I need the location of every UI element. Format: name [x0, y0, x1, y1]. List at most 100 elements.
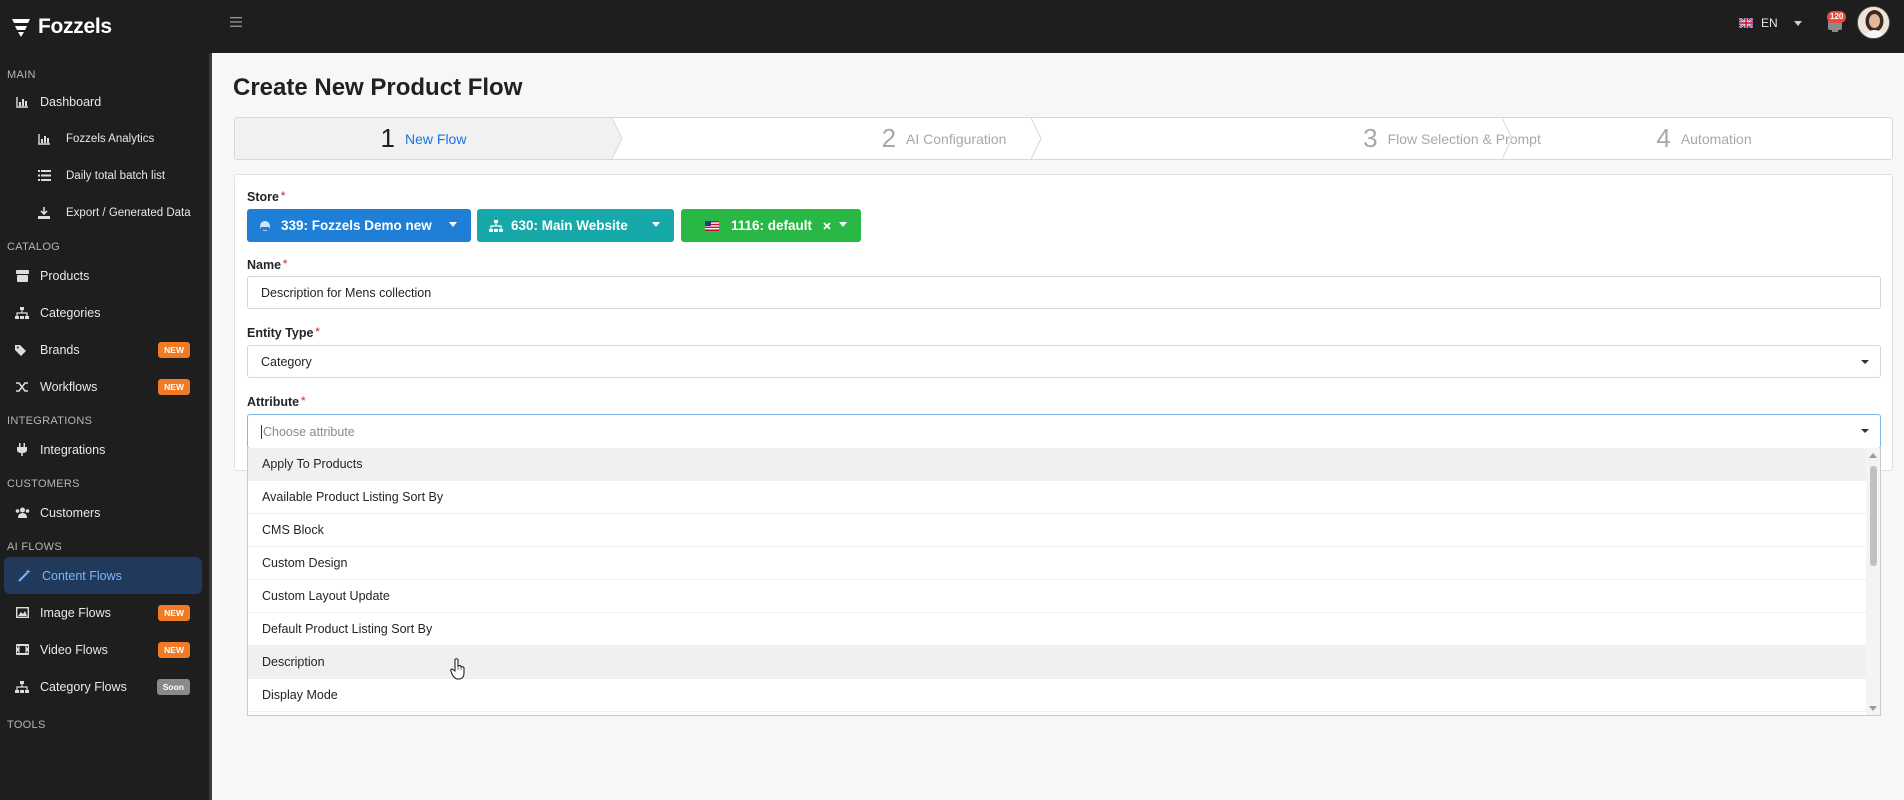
tags-icon: [14, 342, 30, 358]
attribute-placeholder: Choose attribute: [263, 424, 355, 439]
sidebar-item-integrations[interactable]: Integrations: [0, 431, 212, 468]
language-selector[interactable]: EN: [1739, 16, 1802, 30]
sidebar-item-label: Export / Generated Data: [66, 206, 191, 219]
sidebar-item-label: Video Flows: [40, 642, 108, 657]
store-view-button-label: 1116: default: [731, 218, 813, 233]
box-icon: [14, 268, 30, 284]
step-label: AI Configuration: [906, 130, 1007, 147]
required-marker: *: [315, 326, 320, 338]
image-icon: [14, 605, 30, 621]
fozzels-logo-icon: [12, 18, 30, 37]
sidebar-item-label: Category Flows: [40, 679, 127, 694]
plug-icon: [14, 442, 30, 458]
sidebar-item-workflows[interactable]: Workflows NEW: [0, 368, 212, 405]
website-button-label: 630: Main Website: [511, 218, 628, 233]
section-ai-flows: AI FLOWS: [7, 541, 62, 553]
name-field[interactable]: Description for Mens collection: [247, 276, 1881, 309]
chevron-down-icon: [652, 222, 660, 227]
sidebar-item-label: Brands: [40, 342, 80, 357]
dropdown-option[interactable]: Available Product Listing Sort By: [248, 481, 1866, 514]
sidebar-item-category-flows[interactable]: Category Flows Soon: [0, 668, 212, 705]
chevron-down-icon: [1861, 429, 1869, 433]
user-avatar-icon: [1858, 7, 1889, 38]
shuffle-icon: [14, 379, 30, 395]
notification-count-badge: 120: [1827, 11, 1847, 23]
sidebar-item-label: Daily total batch list: [66, 169, 166, 182]
hand-cursor-icon: [450, 658, 465, 680]
step-label: Automation: [1680, 130, 1752, 147]
sitemap-icon: [489, 219, 503, 232]
download-icon: [36, 205, 52, 221]
step-number: 4: [1656, 123, 1671, 153]
required-marker: *: [301, 395, 306, 407]
topbar: EN 120: [212, 0, 1904, 53]
section-integrations: INTEGRATIONS: [7, 415, 93, 427]
sidebar-item-video-flows[interactable]: Video Flows NEW: [0, 631, 212, 668]
new-badge: NEW: [158, 605, 190, 621]
sidebar-item-dashboard[interactable]: Dashboard: [0, 83, 212, 120]
dropdown-scrollbar[interactable]: [1866, 448, 1880, 715]
sidebar-item-fozzels-analytics[interactable]: Fozzels Analytics: [0, 120, 212, 157]
wizard-stepper: 1 New Flow 2 AI Configuration 3 Flow Sel…: [234, 117, 1893, 160]
dropdown-option[interactable]: Custom Design: [248, 547, 1866, 580]
hamburger-menu-icon[interactable]: [230, 16, 244, 28]
brand-logo[interactable]: Fozzels: [0, 0, 212, 53]
sidebar: Fozzels MAIN Dashboard Fozzels Analytics…: [0, 0, 212, 800]
new-badge: NEW: [158, 642, 190, 658]
entity-type-label-text: Entity Type: [247, 326, 314, 340]
sidebar-item-products[interactable]: Products: [0, 257, 212, 294]
required-marker: *: [283, 258, 288, 270]
scroll-down-icon[interactable]: [1869, 706, 1877, 711]
section-catalog: CATALOG: [7, 241, 61, 253]
dropdown-option[interactable]: Default Product Listing Sort By: [248, 613, 1866, 646]
list-icon: [36, 168, 52, 184]
dropdown-option[interactable]: CMS Block: [248, 514, 1866, 547]
wand-icon: [16, 568, 32, 584]
avatar[interactable]: [1857, 6, 1890, 39]
us-flag-icon: [705, 220, 719, 232]
soon-badge: Soon: [156, 679, 190, 695]
sidebar-item-brands[interactable]: Brands NEW: [0, 331, 212, 368]
step-number: 3: [1363, 123, 1378, 153]
sidebar-item-label: Integrations: [40, 442, 106, 457]
name-value: Description for Mens collection: [261, 285, 432, 300]
attribute-select[interactable]: Choose attribute: [247, 414, 1881, 449]
sidebar-item-label: Categories: [40, 305, 101, 320]
chevron-down-icon: [449, 222, 457, 227]
dropdown-option[interactable]: Custom Layout Update: [248, 580, 1866, 613]
step-label: New Flow: [405, 130, 467, 147]
sidebar-item-content-flows[interactable]: Content Flows: [4, 557, 202, 594]
sidebar-item-label: Products: [40, 268, 90, 283]
name-label-text: Name: [247, 258, 282, 272]
section-tools: TOOLS: [7, 719, 46, 731]
step-separator-icon: [1502, 118, 1513, 159]
new-badge: NEW: [158, 379, 190, 395]
store-view-select-button[interactable]: 1116: default: [681, 209, 861, 242]
uk-flag-icon: [1739, 18, 1753, 28]
film-icon: [14, 642, 30, 658]
sidebar-item-customers[interactable]: Customers: [0, 494, 212, 531]
store-icon: [259, 220, 273, 232]
chevron-down-icon: [1861, 360, 1869, 364]
step-number: 1: [380, 123, 395, 153]
sidebar-item-categories[interactable]: Categories: [0, 294, 212, 331]
sidebar-item-daily-batch-list[interactable]: Daily total batch list: [0, 157, 212, 194]
clear-icon[interactable]: [823, 222, 831, 230]
store-select-button[interactable]: 339: Fozzels Demo new: [247, 209, 471, 242]
entity-type-label: Entity Type *: [247, 326, 320, 340]
sidebar-divider: [209, 53, 212, 800]
step-automation[interactable]: 4 Automation: [1514, 118, 1894, 159]
dropdown-option[interactable]: Description: [248, 646, 1866, 679]
sidebar-item-export-generated-data[interactable]: Export / Generated Data: [0, 194, 212, 231]
sidebar-item-label: Dashboard: [40, 94, 102, 109]
website-select-button[interactable]: 630: Main Website: [477, 209, 674, 242]
language-label: EN: [1761, 16, 1778, 30]
dropdown-option[interactable]: Apply To Products: [248, 448, 1866, 481]
step-new-flow[interactable]: 1 New Flow: [235, 118, 612, 159]
scroll-thumb[interactable]: [1870, 466, 1877, 566]
scroll-up-icon[interactable]: [1869, 453, 1877, 458]
entity-type-select[interactable]: Category: [247, 345, 1881, 378]
dropdown-option[interactable]: Display Mode: [248, 679, 1866, 712]
sidebar-item-image-flows[interactable]: Image Flows NEW: [0, 594, 212, 631]
chevron-down-icon: [839, 222, 847, 227]
